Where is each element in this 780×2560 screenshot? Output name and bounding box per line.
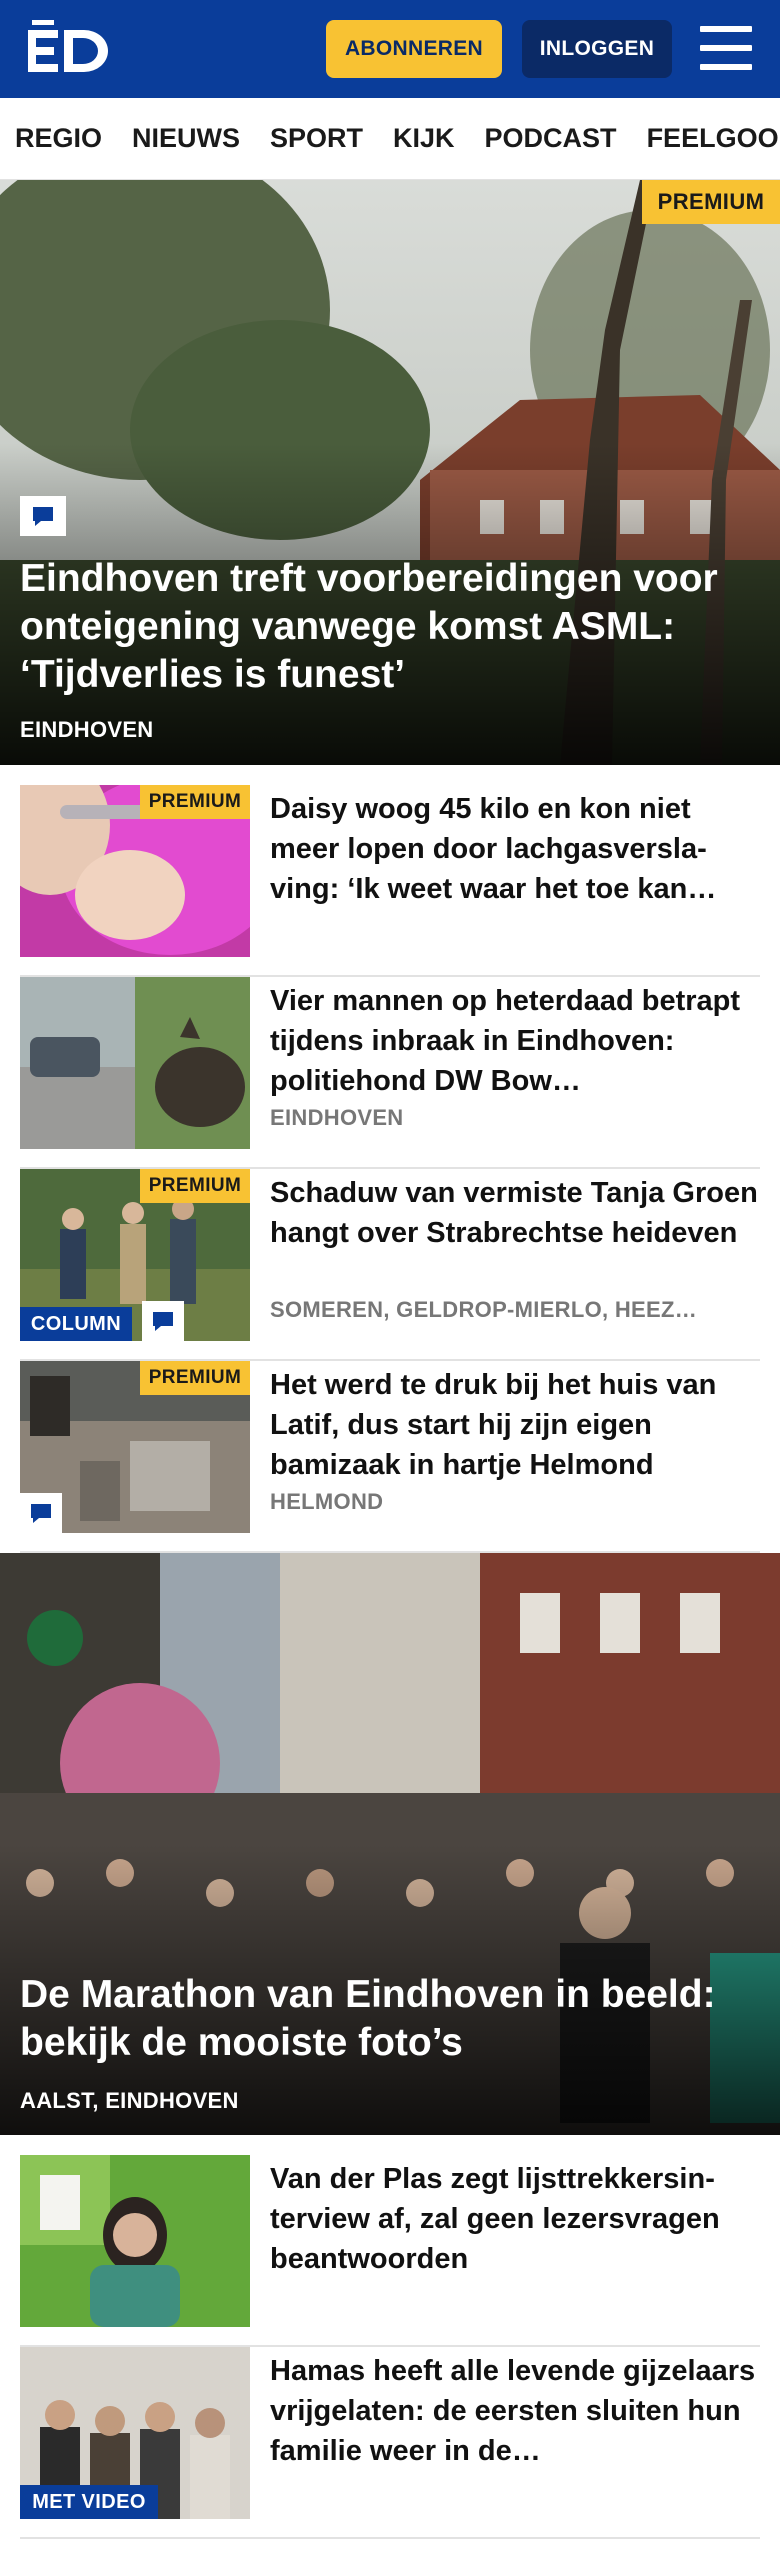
premium-badge: PREMIUM	[140, 1361, 250, 1395]
featured-headline[interactable]: De Marathon van Eindhoven in beeld: beki…	[20, 1971, 760, 2067]
subscribe-button[interactable]: ABONNEREN	[326, 20, 502, 78]
list-item[interactable]: PREMIUM Het werd te druk bij het huis va…	[20, 1361, 760, 1553]
comment-icon	[142, 1301, 184, 1341]
article-thumbnail: PREMIUM	[20, 785, 250, 957]
site-header: ABONNEREN INLOGGEN	[0, 0, 780, 98]
article-headline[interactable]: Daisy woog 45 kilo en kon niet meer lope…	[270, 789, 760, 909]
nav-item-feelgood[interactable]: FEELGOOD	[647, 123, 780, 154]
article-thumbnail: PREMIUM	[20, 1361, 250, 1533]
login-button[interactable]: INLOGGEN	[522, 20, 672, 78]
article-location: EINDHOVEN	[270, 1105, 404, 1130]
article-headline[interactable]: Het werd te druk bij het huis van Latif,…	[270, 1365, 760, 1485]
article-headline[interactable]: Vier mannen op heterdaad betrapt tijdens…	[270, 981, 760, 1101]
column-label: COLUMN	[20, 1307, 132, 1341]
hero-headline[interactable]: Eindhoven treft voorbereidingen voor ont…	[20, 555, 760, 699]
list-item[interactable]: MET VIDEO Hamas heeft alle levende gijze…	[20, 2347, 760, 2539]
featured-article[interactable]: De Marathon van Eindhoven in beeld: beki…	[0, 1553, 780, 2135]
nav-item-nieuws[interactable]: NIEUWS	[132, 123, 240, 154]
article-headline[interactable]: Van der Plas zegt lijsttrekkersin­tervie…	[270, 2159, 760, 2279]
comment-icon	[20, 496, 66, 536]
nav-item-podcast[interactable]: PODCAST	[485, 123, 617, 154]
main-navigation: REGIO NIEUWS SPORT KIJK PODCAST FEELGOOD	[0, 98, 780, 180]
video-label: MET VIDEO	[20, 2485, 158, 2519]
article-thumbnail	[20, 977, 250, 1149]
list-item[interactable]: PREMIUM Daisy woog 45 kilo en kon niet m…	[20, 785, 760, 977]
article-headline[interactable]: Schaduw van vermiste Tanja Groen hangt o…	[270, 1173, 760, 1253]
premium-badge: PREMIUM	[140, 785, 250, 819]
hero-article[interactable]: PREMIUM Eindhoven treft voorbereidingen …	[0, 180, 780, 765]
premium-badge: PREMIUM	[642, 180, 780, 224]
article-location: SOMEREN, GELDROP-MIERLO, HEEZ…	[270, 1297, 698, 1322]
nav-item-sport[interactable]: SPORT	[270, 123, 363, 154]
comment-icon	[20, 1493, 62, 1533]
premium-badge: PREMIUM	[140, 1169, 250, 1203]
featured-location: AALST, EINDHOVEN	[20, 2088, 239, 2113]
article-location: HELMOND	[270, 1489, 384, 1514]
hamburger-menu-icon[interactable]	[700, 26, 752, 70]
nav-item-regio[interactable]: REGIO	[15, 123, 102, 154]
article-thumbnail	[20, 2155, 250, 2327]
hero-location: EINDHOVEN	[20, 717, 154, 742]
list-item[interactable]: Van der Plas zegt lijsttrekkersin­tervie…	[20, 2155, 760, 2347]
article-headline[interactable]: Hamas heeft alle levende gijzelaars vrij…	[270, 2351, 760, 2471]
list-item[interactable]: Vier mannen op heterdaad betrapt tijdens…	[20, 977, 760, 1169]
ed-logo[interactable]	[28, 20, 114, 78]
nav-item-kijk[interactable]: KIJK	[393, 123, 455, 154]
list-item[interactable]: PREMIUM COLUMN Schaduw van vermiste Tanj…	[20, 1169, 760, 1361]
article-thumbnail: MET VIDEO	[20, 2347, 250, 2519]
article-thumbnail: PREMIUM COLUMN	[20, 1169, 250, 1341]
